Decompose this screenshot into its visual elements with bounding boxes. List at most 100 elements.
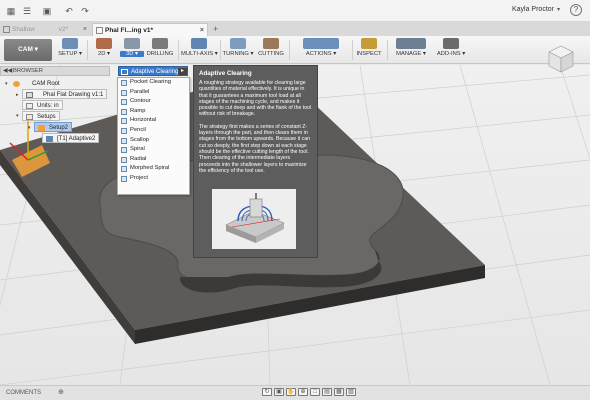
- project-icon: [121, 175, 127, 182]
- multi-axis-menu[interactable]: MULTI-AXIS ▾: [181, 38, 218, 62]
- grid-settings-icon[interactable]: ▦: [334, 388, 344, 396]
- adaptive-clearing-icon: [121, 69, 128, 75]
- save-icon[interactable]: ▣: [42, 6, 52, 16]
- menu-item-label: Scallop: [130, 136, 150, 143]
- actions-label: ACTIONS ▾: [305, 51, 337, 57]
- menu-item-pocket-clearing[interactable]: Pocket Clearing: [118, 78, 189, 88]
- horizontal-icon: [121, 118, 127, 125]
- expand-arrow-icon[interactable]: ▾: [16, 113, 19, 119]
- data-panel-icon[interactable]: ☰: [22, 6, 32, 16]
- inspect-menu[interactable]: INSPECT: [354, 38, 384, 62]
- tab-label: Phal Fl...ing v1*: [105, 27, 154, 34]
- menu-item-radial[interactable]: Radial: [118, 155, 189, 165]
- menu-item-label: Morphed Spiral: [130, 165, 170, 172]
- tree-node-document[interactable]: Phal Flat Drawing v1:1: [22, 89, 108, 99]
- multi-axis-label: MULTI-AXIS ▾: [181, 51, 218, 57]
- tree-node-setup2[interactable]: Setup2: [34, 122, 73, 132]
- add-ins-menu[interactable]: ADD-INS ▾: [434, 38, 468, 62]
- divider: [87, 40, 88, 60]
- setup-menu[interactable]: SETUP ▾: [56, 38, 84, 62]
- 3d-label: 3D ▾: [120, 51, 144, 57]
- app-menu-icon[interactable]: ▦: [6, 6, 16, 16]
- divider: [289, 40, 290, 60]
- tab-shallow[interactable]: Shallow v2* ×: [0, 23, 90, 36]
- menu-item-scallop[interactable]: Scallop: [118, 136, 189, 146]
- menu-item-contour[interactable]: Contour: [118, 97, 189, 107]
- redo-icon[interactable]: ↷: [80, 6, 90, 16]
- user-name[interactable]: Kayla Proctor: [512, 6, 554, 13]
- display-settings-icon[interactable]: ▤: [322, 388, 332, 396]
- parallel-icon: [121, 89, 127, 96]
- tree-node-adaptive[interactable]: [T1] Adaptive2: [42, 133, 100, 143]
- browser-panel-header[interactable]: ◀◀ BROWSER: [0, 66, 110, 76]
- strategy-dropdown-menu: Pocket Clearing Parallel Contour Ramp Ho…: [117, 77, 190, 195]
- actions-menu[interactable]: ACTIONS ▾: [292, 38, 350, 62]
- tab-phal-flat-drawing[interactable]: Phal Fl...ing v1* ×: [92, 23, 208, 36]
- browser-title: BROWSER: [13, 68, 43, 74]
- add-ins-label: ADD-INS ▾: [436, 51, 466, 57]
- strategy-tooltip: Adaptive Clearing A roughing strategy av…: [193, 65, 318, 258]
- tree-node-setups[interactable]: Setups: [22, 111, 60, 121]
- drilling-button[interactable]: DRILLING: [146, 38, 174, 62]
- collapse-icon[interactable]: ◀◀: [3, 67, 12, 75]
- expand-icon[interactable]: ⊕: [58, 386, 64, 400]
- menu-item-horizontal[interactable]: Horizontal: [118, 116, 189, 126]
- help-icon[interactable]: ?: [570, 4, 582, 16]
- setup-icon: [62, 38, 78, 49]
- manage-menu[interactable]: MANAGE ▾: [389, 38, 433, 62]
- menu-item-morphed-spiral[interactable]: Morphed Spiral: [118, 164, 189, 174]
- expand-arrow-icon[interactable]: ▾: [5, 81, 8, 87]
- 2d-menu[interactable]: 2D ▾: [90, 38, 118, 62]
- expand-arrow-icon[interactable]: ▸: [16, 92, 19, 98]
- tree-node-cam-root[interactable]: CAM Root: [10, 79, 63, 89]
- menu-item-parallel[interactable]: Parallel: [118, 88, 189, 98]
- toolbar-ribbon: CAM ▾ SETUP ▾ 2D ▾ 3D ▾ DRILLING MULTI-A…: [0, 36, 590, 64]
- 3d-menu[interactable]: 3D ▾: [120, 38, 144, 62]
- zoom-icon[interactable]: ⊕: [298, 388, 308, 396]
- tooltip-paragraph: A roughing strategy available for cleari…: [199, 80, 312, 118]
- divider: [220, 40, 221, 60]
- chevron-down-icon[interactable]: ▾: [557, 6, 560, 13]
- menu-item-spiral[interactable]: Spiral: [118, 145, 189, 155]
- menu-item-label: Project: [130, 174, 149, 181]
- tooltip-paragraph: The strategy first makes a series of con…: [199, 123, 311, 174]
- tooltip-title: Adaptive Clearing: [199, 70, 252, 77]
- undo-icon[interactable]: ↶: [64, 6, 74, 16]
- menu-item-ramp[interactable]: Ramp: [118, 107, 189, 117]
- menu-item-pencil[interactable]: Pencil: [118, 126, 189, 136]
- manage-label: MANAGE ▾: [396, 51, 426, 57]
- add-ins-icon: [443, 38, 459, 49]
- tab-version: v2*: [58, 26, 68, 33]
- fit-icon[interactable]: □: [310, 388, 320, 396]
- 2d-icon: [96, 38, 112, 49]
- menu-item-label: Pocket Clearing: [130, 79, 171, 85]
- new-tab-icon[interactable]: +: [213, 24, 218, 34]
- look-at-icon[interactable]: ▣: [274, 388, 284, 396]
- bulb-icon: [13, 81, 20, 87]
- 2d-label: 2D ▾: [98, 51, 110, 57]
- folder-icon: [26, 114, 33, 120]
- close-icon[interactable]: ×: [83, 23, 87, 36]
- workspace-switcher[interactable]: CAM ▾: [4, 39, 52, 61]
- cutting-label: CUTTING: [258, 51, 284, 57]
- contour-icon: [121, 99, 127, 106]
- menu-item-label: Horizontal: [130, 117, 157, 124]
- pan-icon[interactable]: ✋: [286, 388, 296, 396]
- submenu-arrow-icon[interactable]: ▸: [178, 68, 187, 75]
- turning-menu[interactable]: TURNING ▾: [222, 38, 254, 62]
- orbit-icon[interactable]: ↻: [262, 388, 272, 396]
- tree-node-units[interactable]: Units: in: [22, 100, 63, 110]
- document-label: Phal Flat Drawing v1:1: [43, 92, 104, 98]
- cutting-button[interactable]: CUTTING: [256, 38, 286, 62]
- multi-axis-icon: [191, 38, 207, 49]
- expand-arrow-icon[interactable]: ▾: [28, 125, 31, 131]
- viewports-icon[interactable]: ▧: [346, 388, 356, 396]
- spiral-icon: [121, 147, 127, 154]
- 3d-icon: [124, 38, 140, 49]
- view-cube[interactable]: [543, 42, 579, 76]
- menu-item-label: Ramp: [130, 107, 146, 114]
- title-bar: ▦ ☰ ▣ ↶ ↷ Kayla Proctor ▾ ?: [0, 0, 590, 22]
- menu-item-project[interactable]: Project: [118, 174, 189, 184]
- menu-item-label: Parallel: [130, 88, 150, 95]
- morphed-spiral-icon: [121, 166, 127, 173]
